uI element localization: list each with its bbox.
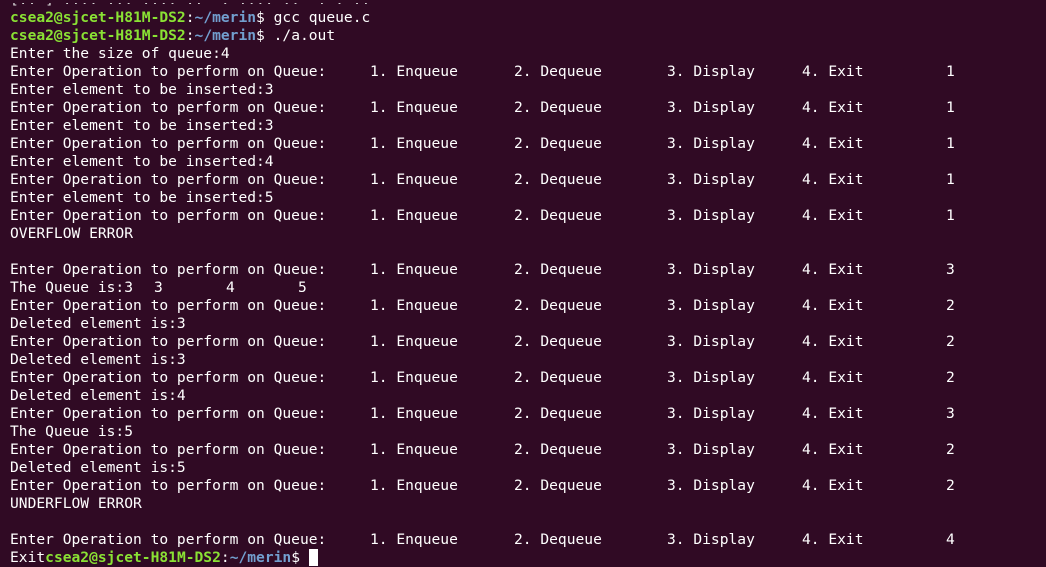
- menu-line: Enter Operation to perform on Queue: 1. E…: [10, 207, 955, 224]
- menu-choice: 1: [946, 171, 955, 188]
- menu-choice: 2: [946, 297, 955, 314]
- menu-choice: 3: [946, 261, 955, 278]
- menu-choice: 2: [946, 369, 955, 386]
- text-cursor[interactable]: [308, 549, 318, 566]
- queue-display-line: The Queue is:5: [10, 423, 134, 440]
- output-line: Deleted element is:3: [10, 315, 186, 332]
- terminal-window[interactable]: [.. ] .... ... .... .. . .... .. . . .. …: [0, 0, 1046, 567]
- menu-choice: 2: [946, 333, 955, 350]
- menu-line: Enter Operation to perform on Queue: 1. E…: [10, 99, 955, 116]
- menu-line: Enter Operation to perform on Queue: 1. E…: [10, 171, 955, 188]
- exit-output: Exit: [10, 549, 46, 566]
- prompt-line[interactable]: Exitcsea2@sjcet-H81M-DS2:~/merin$: [10, 549, 1046, 567]
- menu-line: Enter Operation to perform on Queue: 1. E…: [10, 63, 955, 80]
- prompt-line: csea2@sjcet-H81M-DS2:~/merin$ gcc queue.…: [10, 9, 371, 26]
- menu-line: Enter Operation to perform on Queue: 1. E…: [10, 441, 955, 458]
- menu-line: Enter Operation to perform on Queue: 1. E…: [10, 477, 955, 494]
- output-line: Enter element to be inserted:4: [10, 153, 274, 170]
- menu-line: Enter Operation to perform on Queue: 1. E…: [10, 297, 955, 314]
- output-line: Deleted element is:3: [10, 351, 186, 368]
- menu-line: Enter Operation to perform on Queue: 1. E…: [10, 135, 955, 152]
- output-line: Deleted element is:5: [10, 459, 186, 476]
- menu-choice: 3: [946, 405, 955, 422]
- menu-line: Enter Operation to perform on Queue: 1. E…: [10, 261, 955, 278]
- command-text: ./a.out: [273, 27, 336, 44]
- error-line: OVERFLOW ERROR: [10, 225, 134, 242]
- menu-choice: 2: [946, 441, 955, 458]
- output-line: Enter element to be inserted:5: [10, 189, 274, 206]
- menu-line: Enter Operation to perform on Queue: 1. E…: [10, 531, 955, 548]
- menu-line: Enter Operation to perform on Queue: 1. E…: [10, 369, 955, 386]
- menu-choice: 2: [946, 477, 955, 494]
- queue-display-line: The Queue is:3 3 4 5: [10, 279, 307, 296]
- menu-choice: 1: [946, 207, 955, 224]
- error-line: UNDERFLOW ERROR: [10, 495, 142, 512]
- menu-choice: 4: [946, 531, 955, 548]
- menu-choice: 1: [946, 135, 955, 152]
- menu-line: Enter Operation to perform on Queue: 1. E…: [10, 333, 955, 350]
- menu-choice: 1: [946, 63, 955, 80]
- output-line: Enter element to be inserted:3: [10, 81, 274, 98]
- menu-line: Enter Operation to perform on Queue: 1. E…: [10, 405, 955, 422]
- output-line: Enter element to be inserted:3: [10, 117, 274, 134]
- output-line: Deleted element is:4: [10, 387, 186, 404]
- output-line: Enter the size of queue:4: [10, 45, 230, 62]
- command-text: gcc queue.c: [273, 9, 371, 26]
- prompt-line: csea2@sjcet-H81M-DS2:~/merin$ ./a.out: [10, 27, 336, 44]
- menu-choice: 1: [946, 99, 955, 116]
